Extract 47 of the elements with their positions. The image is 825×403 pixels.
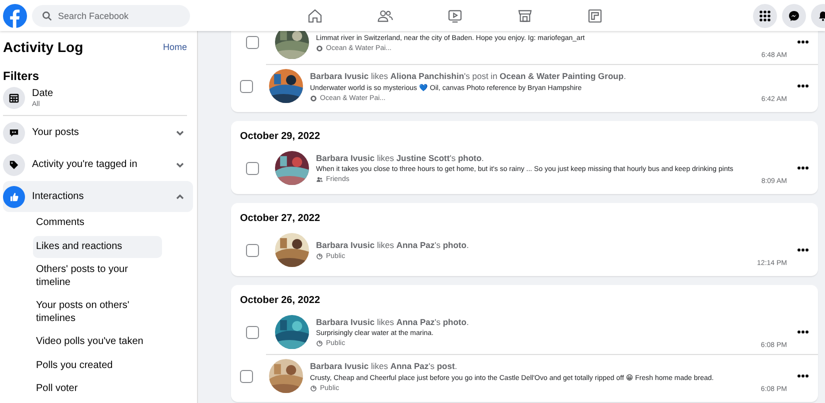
square-icon[interactable]	[587, 8, 603, 24]
filter-option[interactable]: Your posts on others' timelines	[33, 295, 162, 330]
filter-category[interactable]: Interactions	[3, 181, 193, 212]
more-icon[interactable]	[797, 248, 809, 252]
search-field[interactable]: Search Facebook	[32, 4, 190, 26]
video-icon[interactable]	[447, 8, 463, 24]
date-heading: October 26, 2022	[239, 294, 322, 308]
page-title: Activity Log	[3, 39, 84, 55]
more-icon[interactable]	[797, 84, 809, 88]
checkbox[interactable]	[240, 370, 253, 382]
filter-option[interactable]: Others' posts to your timeline	[33, 259, 162, 294]
activity-title: Barbara Ivusic likes Justine Scott's photo.	[316, 153, 485, 163]
logo-icon[interactable]	[3, 4, 27, 28]
filter-category[interactable]: Activity you're tagged in	[3, 149, 193, 180]
filter-option[interactable]: Comments	[33, 212, 162, 234]
chevron-icon	[175, 192, 185, 202]
section-heading: Filters	[3, 69, 40, 83]
checkbox[interactable]	[246, 244, 259, 256]
activity-title: Barbara Ivusic likes Anna Paz's photo.	[316, 317, 470, 327]
filter-option[interactable]: Polls you created	[33, 354, 162, 377]
checkbox[interactable]	[246, 36, 259, 48]
more-icon[interactable]	[797, 374, 809, 378]
grid-icon	[759, 10, 771, 22]
filter-option[interactable]: Video polls you've taken	[33, 331, 162, 354]
activity-title: Barbara Ivusic likes Anna Paz's post.	[310, 360, 458, 370]
menu-button[interactable]	[753, 4, 777, 28]
more-icon[interactable]	[797, 40, 809, 44]
activity-title: Barbara Ivusic likes Anna Paz's photo.	[316, 240, 470, 250]
people-icon	[316, 176, 323, 183]
filter-option[interactable]: Poll voter	[33, 378, 162, 400]
home-icon[interactable]	[307, 8, 323, 24]
filter-option[interactable]: Likes and reactions	[33, 236, 162, 258]
checkbox[interactable]	[246, 326, 259, 338]
date-heading: October 27, 2022	[239, 212, 322, 226]
activity-title: Barbara Ivusic likes Aliona Panchishin's post in Ocean & Water Painting Group.	[310, 70, 627, 80]
checkbox[interactable]	[240, 80, 253, 92]
filter-category[interactable]: Your posts	[3, 117, 193, 148]
more-icon[interactable]	[797, 330, 809, 334]
date-heading: October 29, 2022	[239, 130, 322, 144]
home-link[interactable]: Home	[162, 42, 187, 52]
messenger-button[interactable]	[782, 4, 806, 28]
store-icon[interactable]	[517, 8, 533, 24]
more-icon[interactable]	[797, 166, 809, 170]
people-icon[interactable]	[377, 8, 393, 24]
checkbox[interactable]	[246, 162, 259, 174]
calendar-icon	[7, 91, 21, 105]
messenger-icon	[788, 10, 800, 22]
